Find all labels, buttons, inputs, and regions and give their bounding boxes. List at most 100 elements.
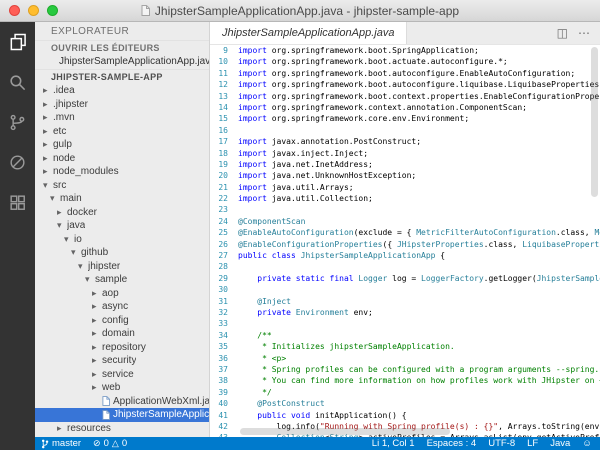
- tree-item-resources[interactable]: ▸resources: [35, 422, 209, 436]
- tree-item-github[interactable]: ▾github: [35, 246, 209, 260]
- line-number[interactable]: 19: [210, 159, 238, 170]
- tree-item-sample[interactable]: ▾sample: [35, 273, 209, 287]
- code-line[interactable]: 19import java.net.InetAddress;: [210, 159, 600, 170]
- code-line[interactable]: 34 /**: [210, 330, 600, 341]
- line-number[interactable]: 36: [210, 353, 238, 364]
- code-line[interactable]: 38 * You can find more information on ho…: [210, 375, 600, 386]
- language-mode[interactable]: Java: [550, 438, 570, 449]
- line-number[interactable]: 9: [210, 45, 238, 56]
- code-line[interactable]: 14import org.springframework.context.ann…: [210, 102, 600, 113]
- tree-item-etc[interactable]: ▸etc: [35, 125, 209, 139]
- tree-item--mvn[interactable]: ▸.mvn: [35, 111, 209, 125]
- code-line[interactable]: 16: [210, 125, 600, 136]
- minimize-window-button[interactable]: [28, 5, 39, 16]
- code-line[interactable]: 26@EnableConfigurationProperties({ JHips…: [210, 239, 600, 250]
- line-number[interactable]: 34: [210, 330, 238, 341]
- line-number[interactable]: 27: [210, 250, 238, 261]
- tree-item-io[interactable]: ▾io: [35, 233, 209, 247]
- line-number[interactable]: 40: [210, 398, 238, 409]
- line-number[interactable]: 42: [210, 421, 238, 432]
- zoom-window-button[interactable]: [47, 5, 58, 16]
- git-branch-indicator[interactable]: master: [41, 438, 81, 449]
- tree-item--idea[interactable]: ▸.idea: [35, 84, 209, 98]
- line-number[interactable]: 13: [210, 91, 238, 102]
- tree-item-domain[interactable]: ▸domain: [35, 327, 209, 341]
- tree-item-applicationwebxml-java[interactable]: ApplicationWebXml.java: [35, 395, 209, 409]
- tree-item-async[interactable]: ▸async: [35, 300, 209, 314]
- code-line[interactable]: 30: [210, 284, 600, 295]
- code-line[interactable]: 27public class JhipsterSampleApplication…: [210, 250, 600, 261]
- code-line[interactable]: 29 private static final Logger log = Log…: [210, 273, 600, 284]
- line-number[interactable]: 37: [210, 364, 238, 375]
- line-number[interactable]: 29: [210, 273, 238, 284]
- line-number[interactable]: 12: [210, 79, 238, 90]
- tree-item-docker[interactable]: ▸docker: [35, 206, 209, 220]
- line-number[interactable]: 28: [210, 261, 238, 272]
- cursor-position[interactable]: Li 1, Col 1: [372, 438, 415, 449]
- extensions-icon[interactable]: [0, 182, 35, 222]
- source-control-icon[interactable]: [0, 102, 35, 142]
- line-number[interactable]: 26: [210, 239, 238, 250]
- explorer-icon[interactable]: [0, 22, 35, 62]
- code-line[interactable]: 39 */: [210, 387, 600, 398]
- code-line[interactable]: 40 @PostConstruct: [210, 398, 600, 409]
- tree-item-node-modules[interactable]: ▸node_modules: [35, 165, 209, 179]
- tree-item-config[interactable]: ▸config: [35, 314, 209, 328]
- open-editor-item[interactable]: JhipsterSampleApplicationApp.java src/m.…: [35, 55, 209, 69]
- code-line[interactable]: 22import java.util.Collection;: [210, 193, 600, 204]
- line-number[interactable]: 31: [210, 296, 238, 307]
- code-line[interactable]: 23: [210, 204, 600, 215]
- line-number[interactable]: 16: [210, 125, 238, 136]
- code-line[interactable]: 15import org.springframework.core.env.En…: [210, 113, 600, 124]
- code-line[interactable]: 20import java.net.UnknownHostException;: [210, 170, 600, 181]
- tree-item-repository[interactable]: ▸repository: [35, 341, 209, 355]
- tree-item-service[interactable]: ▸service: [35, 368, 209, 382]
- tree-item-main[interactable]: ▾main: [35, 192, 209, 206]
- code-line[interactable]: 32 private Environment env;: [210, 307, 600, 318]
- code-line[interactable]: 31 @Inject: [210, 296, 600, 307]
- line-number[interactable]: 15: [210, 113, 238, 124]
- line-number[interactable]: 17: [210, 136, 238, 147]
- code-line[interactable]: 13import org.springframework.boot.contex…: [210, 91, 600, 102]
- tree-item-jhipster[interactable]: ▾jhipster: [35, 260, 209, 274]
- code-line[interactable]: 33: [210, 318, 600, 329]
- tree-item-jhipstersampleapplicationapp-java[interactable]: JhipsterSampleApplicationApp.java: [35, 408, 209, 422]
- error-warning-indicator[interactable]: ⊘ 0 △ 0: [93, 438, 127, 449]
- code-line[interactable]: 9import org.springframework.boot.SpringA…: [210, 45, 600, 56]
- line-number[interactable]: 10: [210, 56, 238, 67]
- line-number[interactable]: 39: [210, 387, 238, 398]
- line-number[interactable]: 11: [210, 68, 238, 79]
- close-window-button[interactable]: [9, 5, 20, 16]
- code-line[interactable]: 37 * Spring profiles can be configured w…: [210, 364, 600, 375]
- line-number[interactable]: 24: [210, 216, 238, 227]
- tree-item-gulp[interactable]: ▸gulp: [35, 138, 209, 152]
- feedback-smiley-icon[interactable]: ☺: [582, 438, 592, 449]
- tree-item--jhipster[interactable]: ▸.jhipster: [35, 98, 209, 112]
- line-number[interactable]: 25: [210, 227, 238, 238]
- split-editor-icon[interactable]: ◫: [557, 26, 568, 40]
- code-line[interactable]: 41 public void initApplication() {: [210, 410, 600, 421]
- line-number[interactable]: 33: [210, 318, 238, 329]
- code-line[interactable]: 18import javax.inject.Inject;: [210, 148, 600, 159]
- tree-item-web[interactable]: ▸web: [35, 381, 209, 395]
- code-line[interactable]: 25@EnableAutoConfiguration(exclude = { M…: [210, 227, 600, 238]
- line-number[interactable]: 35: [210, 341, 238, 352]
- line-number[interactable]: 21: [210, 182, 238, 193]
- code-line[interactable]: 35 * Initializes jhipsterSampleApplicati…: [210, 341, 600, 352]
- code-line[interactable]: 28: [210, 261, 600, 272]
- indentation-setting[interactable]: Espaces : 4: [427, 438, 477, 449]
- line-number[interactable]: 14: [210, 102, 238, 113]
- eol-setting[interactable]: LF: [527, 438, 538, 449]
- line-number[interactable]: 23: [210, 204, 238, 215]
- code-line[interactable]: 12import org.springframework.boot.autoco…: [210, 79, 600, 90]
- line-number[interactable]: 30: [210, 284, 238, 295]
- code-editor[interactable]: 9import org.springframework.boot.SpringA…: [210, 45, 600, 437]
- vertical-scrollbar[interactable]: [591, 47, 598, 197]
- tree-item-aop[interactable]: ▸aop: [35, 287, 209, 301]
- tree-item-src[interactable]: ▾src: [35, 179, 209, 193]
- line-number[interactable]: 18: [210, 148, 238, 159]
- code-line[interactable]: 21import java.util.Arrays;: [210, 182, 600, 193]
- line-number[interactable]: 32: [210, 307, 238, 318]
- code-line[interactable]: 11import org.springframework.boot.autoco…: [210, 68, 600, 79]
- line-number[interactable]: 41: [210, 410, 238, 421]
